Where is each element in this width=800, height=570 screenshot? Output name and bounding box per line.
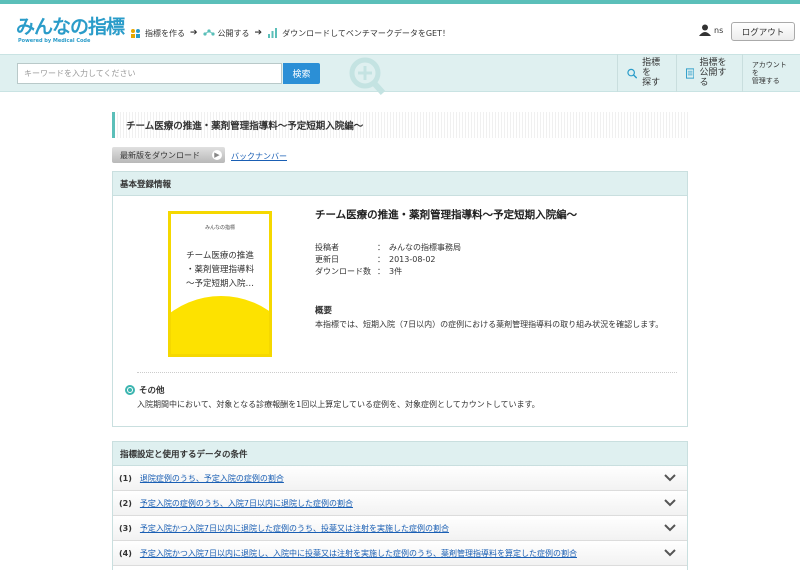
radio-bullet-icon — [125, 385, 135, 395]
condition-link[interactable]: 予定入院かつ入院7日以内に退院し、入院中に投薬又は注射を実施した症例のうち、薬剤… — [140, 548, 577, 559]
cover-title: チーム医療の推進 ・薬剤管理指導料 ～予定短期入院… — [177, 249, 263, 291]
logout-button[interactable]: ログアウト — [731, 22, 795, 41]
indicator-cover-image: みんなの指標 チーム医療の推進 ・薬剤管理指導料 ～予定短期入院… — [168, 211, 272, 357]
conditions-heading: 指標設定と使用するデータの条件 — [113, 442, 687, 466]
chevron-down-icon[interactable] — [663, 496, 677, 510]
condition-row[interactable]: (1) 退院症例のうち、予定入院の症例の割合 — [113, 466, 687, 491]
condition-row[interactable]: (2) 予定入院の症例のうち、入院7日以内に退院した症例の割合 — [113, 491, 687, 516]
meta-value: 2013-08-02 — [389, 255, 436, 264]
condition-row[interactable]: (3) 予定入院かつ入院7日以内に退院した症例のうち、投薬又は注射を実施した症例… — [113, 516, 687, 541]
search-button[interactable]: 検索 — [283, 63, 320, 84]
meta-value: みんなの指標事務局 — [389, 243, 461, 252]
main-nav: 指標を 探す 指標を 公開する アカウントを 管理する — [617, 54, 800, 92]
condition-number: (3) — [119, 523, 132, 533]
cover-yellow-shape — [171, 296, 269, 354]
magnifier-decoration-icon — [349, 57, 386, 95]
user-info[interactable]: ns — [699, 24, 723, 36]
download-latest-button[interactable]: 最新版をダウンロード ▶ — [112, 147, 225, 163]
meta-key: 更新日 — [315, 255, 339, 264]
step-download-label: ダウンロードしてベンチマークデータをGET！ — [282, 28, 450, 38]
meta-key: ダウンロード数 — [315, 267, 371, 276]
step-publish: 公開する — [202, 28, 250, 39]
logo-tagline: Powered by Medical Code — [18, 38, 91, 44]
other-heading-label: その他 — [139, 386, 165, 396]
cover-brand: みんなの指標 — [204, 225, 235, 231]
step-create: 指標を作る — [130, 28, 185, 39]
back-numbers-link[interactable]: バックナンバー — [231, 151, 287, 162]
search-icon — [627, 68, 638, 79]
conditions-panel: 指標設定と使用するデータの条件 (1) 退院症例のうち、予定入院の症例の割合 (… — [112, 441, 688, 570]
step-create-label: 指標を作る — [145, 28, 185, 38]
nav-publish-indicator[interactable]: 指標を 公開する — [676, 54, 742, 92]
condition-link[interactable]: 退院症例のうち、予定入院の症例の割合 — [140, 473, 284, 484]
meta-row: 投稿者 ： みんなの指標事務局 — [315, 242, 461, 254]
document-icon — [686, 67, 695, 79]
condition-number: (2) — [119, 498, 132, 508]
other-text: 入院期間中において、対象となる診療報酬を1回以上算定している症例を、対象症例とし… — [137, 400, 540, 409]
nav-find-label: 指標を 探す — [642, 58, 661, 88]
condition-row[interactable]: (4) 予定入院かつ入院7日以内に退院し、入院中に投薬又は注射を実施した症例のう… — [113, 541, 687, 566]
indicator-title: チーム医療の推進・薬剤管理指導料～予定短期入院編～ — [315, 209, 578, 221]
meta-row: 更新日 ： 2013-08-02 — [315, 254, 461, 266]
basic-info-heading: 基本登録情報 — [113, 172, 687, 196]
meta-sep: ： — [377, 243, 385, 252]
condition-number: (1) — [119, 473, 132, 483]
overview-heading: 概要 — [315, 306, 333, 316]
page-title: チーム医療の推進・薬剤管理指導料～予定短期入院編～ — [112, 112, 688, 138]
cover-title-text: チーム医療の推進 ・薬剤管理指導料 ～予定短期入院… — [185, 251, 254, 289]
chevron-down-icon[interactable] — [663, 546, 677, 560]
chevron-down-icon[interactable] — [663, 471, 677, 485]
divider — [137, 372, 677, 373]
user-icon — [699, 24, 711, 36]
steps-guide: 指標を作る ➔ 公開する ➔ ダウンロードしてベンチマークデータをGET！ — [130, 26, 450, 40]
condition-link[interactable]: 予定入院の症例のうち、入院7日以内に退院した症例の割合 — [140, 498, 353, 509]
nav-account-label: アカウントを 管理する — [751, 61, 787, 85]
share-icon — [202, 29, 215, 36]
arrow-icon: ➔ — [190, 28, 198, 38]
condition-link[interactable]: 予定入院かつ入院7日以内に退院した症例のうち、投薬又は注射を実施した症例の割合 — [140, 523, 449, 534]
chevron-right-icon: ▶ — [212, 150, 222, 160]
indicator-meta: 投稿者 ： みんなの指標事務局 更新日 ： 2013-08-02 ダウンロード数… — [315, 242, 461, 278]
chevron-down-icon[interactable] — [663, 521, 677, 535]
nav-find-indicator[interactable]: 指標を 探す — [617, 54, 676, 92]
username: ns — [714, 25, 724, 35]
step-download: ダウンロードしてベンチマークデータをGET！ — [267, 28, 450, 39]
step-publish-label: 公開する — [217, 28, 250, 38]
bar-chart-icon — [268, 28, 278, 38]
logo-text: みんなの指標 — [16, 16, 125, 38]
search-input[interactable] — [17, 63, 282, 84]
meta-sep: ： — [377, 255, 385, 264]
site-header: みんなの指標 Powered by Medical Code 指標を作る ➔ 公… — [0, 4, 800, 54]
nav-publish-label: 指標を 公開する — [699, 58, 727, 88]
basic-info-panel: 基本登録情報 みんなの指標 チーム医療の推進 ・薬剤管理指導料 ～予定短期入院…… — [112, 171, 688, 427]
people-icon — [131, 29, 140, 38]
site-logo[interactable]: みんなの指標 Powered by Medical Code — [16, 16, 125, 46]
arrow-icon: ➔ — [254, 28, 263, 38]
meta-row: ダウンロード数 ： 3件 — [315, 266, 461, 278]
meta-value: 3件 — [389, 267, 403, 276]
condition-number: (4) — [119, 548, 132, 558]
other-heading: その他 — [125, 384, 165, 396]
download-latest-label: 最新版をダウンロード — [120, 150, 200, 160]
meta-sep: ： — [377, 267, 385, 276]
meta-key: 投稿者 — [315, 243, 339, 252]
nav-account[interactable]: アカウントを 管理する — [741, 54, 800, 92]
overview-text: 本指標では、短期入院（7日以内）の症例における薬剤管理指導料の取り組み状況を確認… — [315, 320, 664, 329]
